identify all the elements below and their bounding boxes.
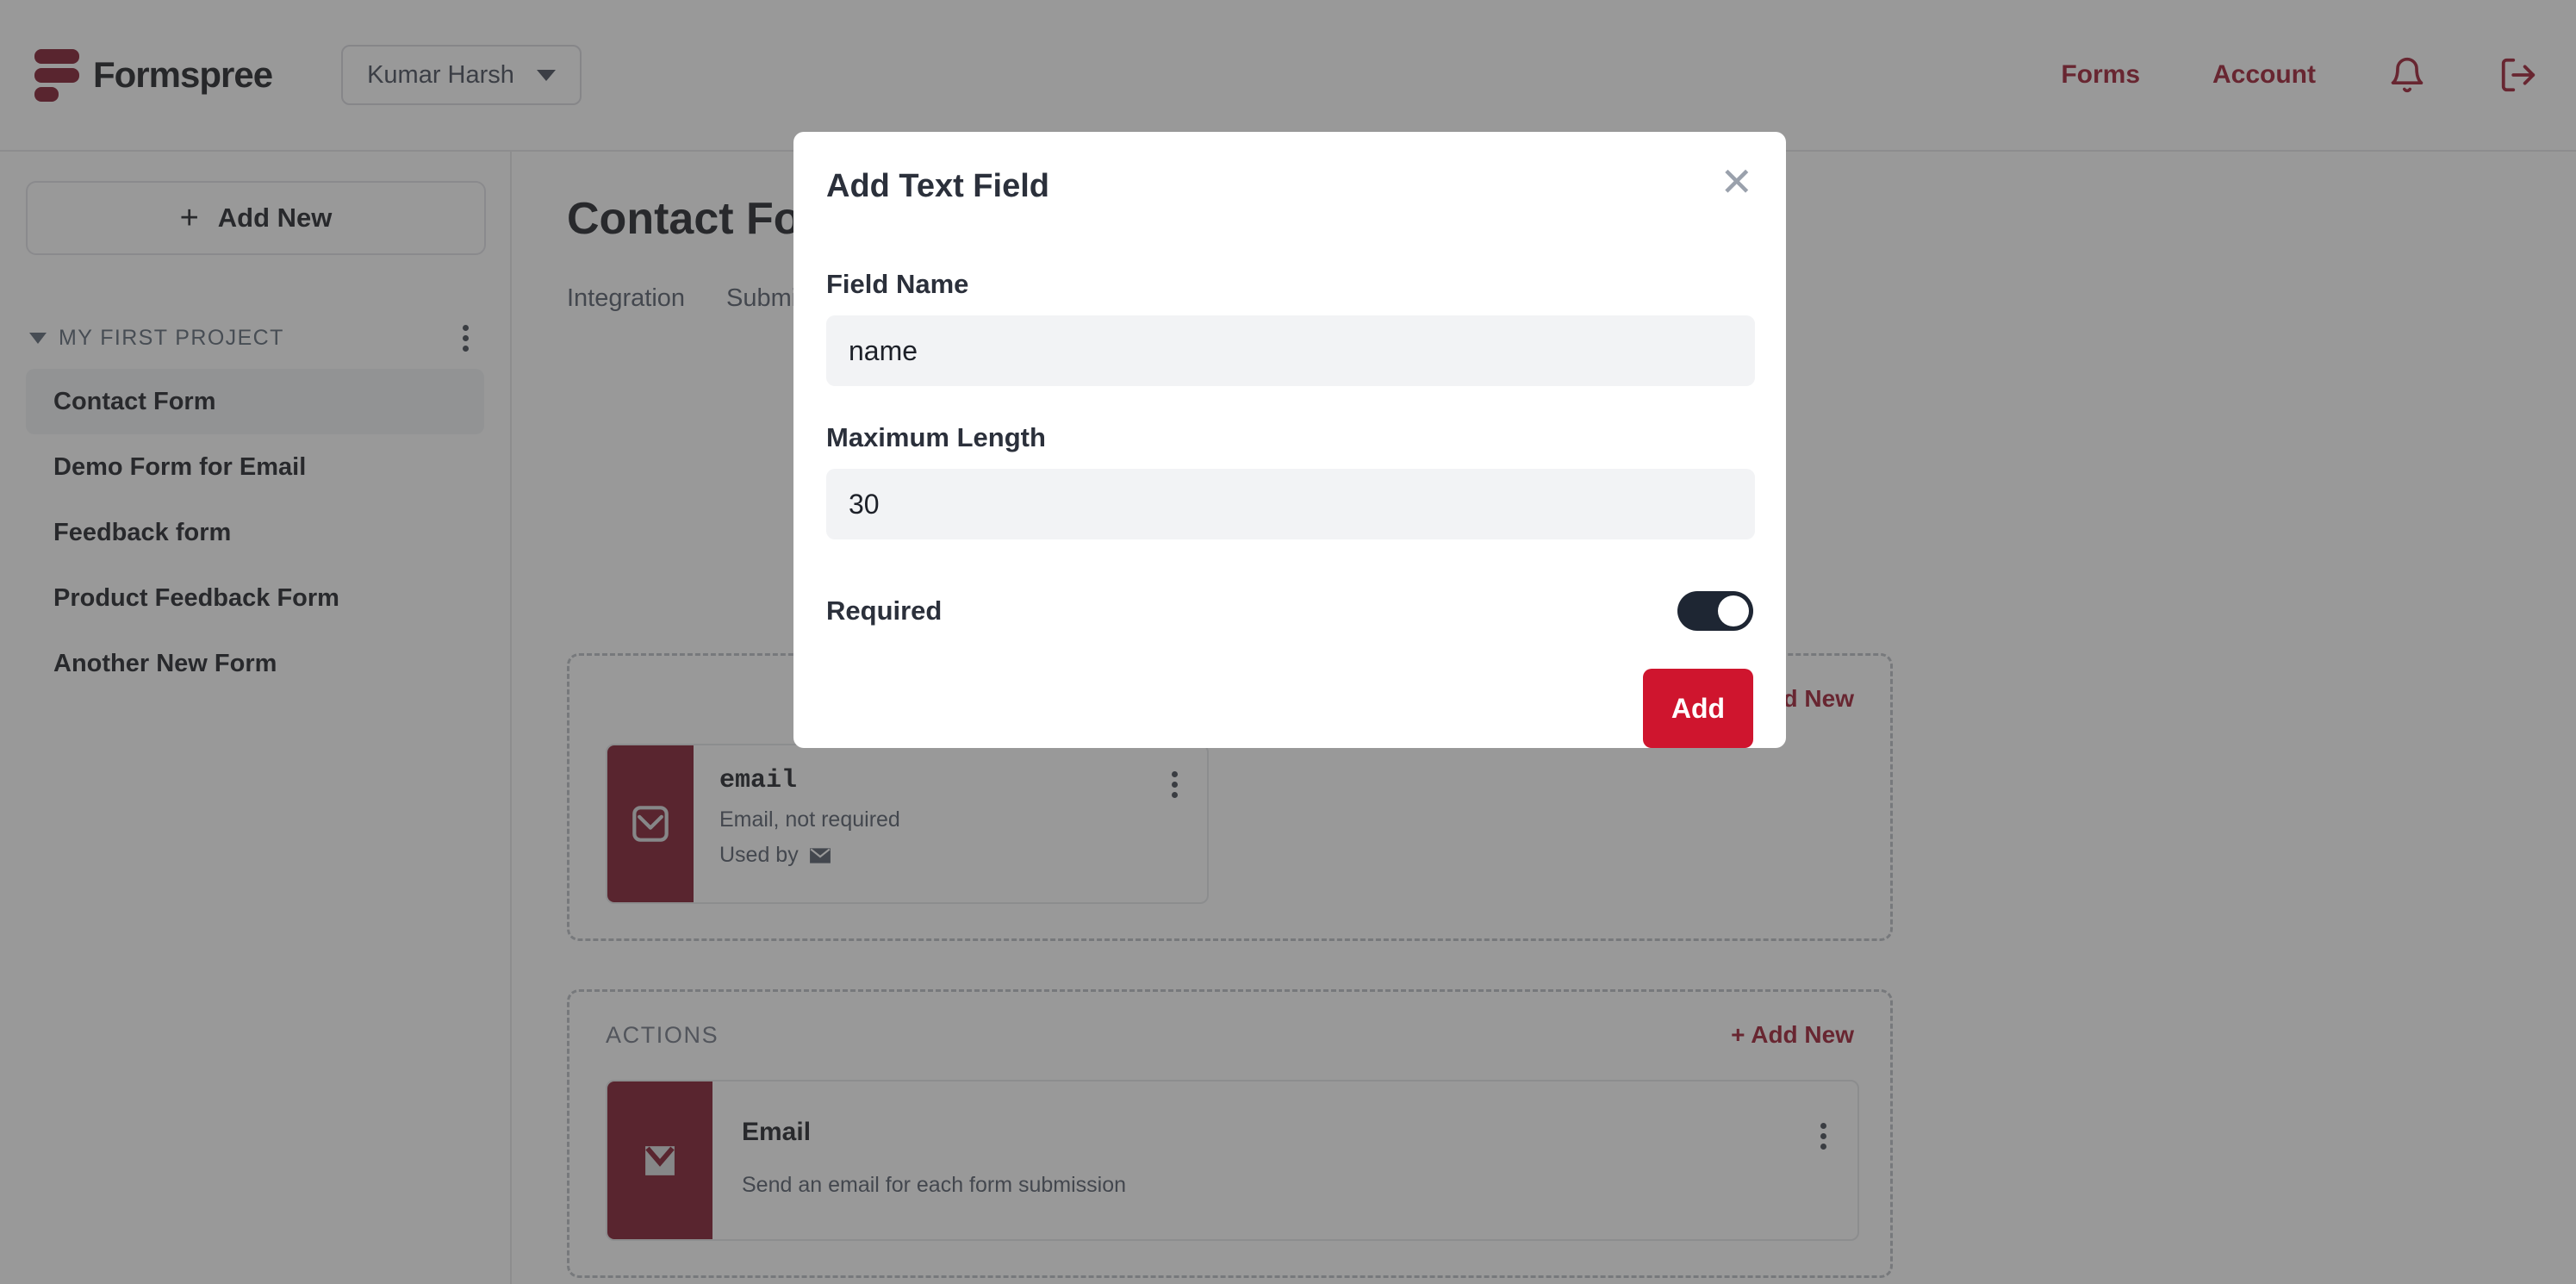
close-icon[interactable]: ✕ (1720, 162, 1753, 202)
required-label: Required (826, 595, 943, 626)
field-name-input[interactable] (826, 315, 1755, 386)
dialog-header: Add Text Field ✕ (826, 162, 1753, 205)
dialog-footer: Add (826, 669, 1753, 748)
required-toggle[interactable] (1677, 591, 1753, 631)
add-button[interactable]: Add (1643, 669, 1753, 748)
dialog-title: Add Text Field (826, 168, 1049, 204)
required-row: Required (826, 591, 1753, 631)
field-name-label: Field Name (826, 269, 969, 299)
maximum-length-input[interactable] (826, 469, 1755, 539)
maximum-length-label: Maximum Length (826, 422, 1046, 452)
add-text-field-dialog: Add Text Field ✕ Field Name Maximum Leng… (793, 132, 1786, 748)
app-root: Formspree Kumar Harsh Forms Account (0, 0, 2576, 1284)
